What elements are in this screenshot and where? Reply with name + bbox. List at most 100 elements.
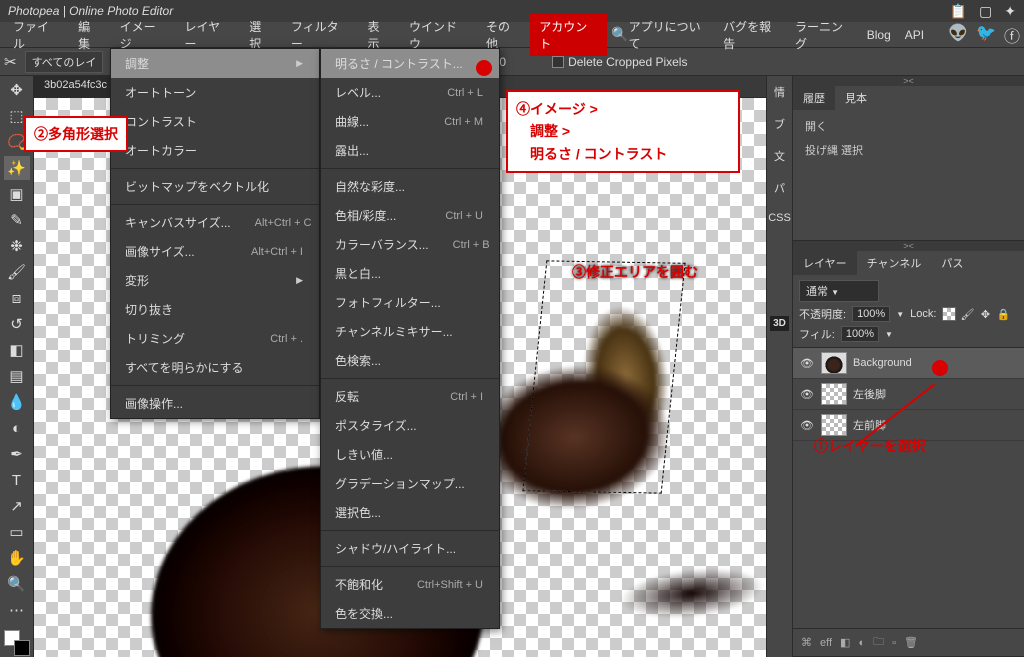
side-char[interactable]: 文 [774,148,785,164]
hand-tool-icon[interactable]: ✋ [4,546,30,570]
menu-item[interactable]: 選択色... [321,498,499,527]
visibility-icon[interactable]: 👁 [799,388,815,401]
side-info[interactable]: 情 [774,84,785,100]
link-bug[interactable]: バグを報告 [723,18,781,52]
lasso-tool-icon[interactable]: 📿 [4,130,30,154]
lock-move-icon[interactable]: ✥ [978,307,992,321]
link-learn[interactable]: ラーニング [795,18,853,52]
pen-tool-icon[interactable]: ✒ [4,442,30,466]
menu-item[interactable]: ポスタライズ... [321,411,499,440]
menu-item[interactable]: 色検索... [321,346,499,375]
healing-tool-icon[interactable]: ❉ [4,234,30,258]
link-about[interactable]: アプリについて [629,18,710,52]
history-row[interactable]: 投げ縄 選択 [793,138,1024,162]
color-swatches[interactable] [4,630,30,656]
menu-item[interactable]: 画像操作... [111,389,319,418]
image-menu-dropdown[interactable]: 調整オートトーンコントラストオートカラービットマップをベクトル化キャンバスサイズ… [110,48,320,419]
tab-swatches[interactable]: 見本 [835,86,877,110]
menu-item[interactable]: 切り抜き [111,295,319,324]
menu-item[interactable]: フォトフィルター... [321,288,499,317]
gradient-tool-icon[interactable]: ▤ [4,364,30,388]
opacity-value[interactable]: 100% [852,306,890,322]
menu-item[interactable]: しきい値... [321,440,499,469]
layer-select[interactable]: すべてのレイ [25,51,104,73]
menu-item[interactable]: トリミングCtrl + . [111,324,319,353]
menu-item[interactable]: チャンネルミキサー... [321,317,499,346]
fill-value[interactable]: 100% [841,326,879,342]
panel-collapse-layers[interactable]: >< [793,241,1024,251]
menu-item[interactable]: 明るさ / コントラスト... [321,49,499,78]
panel-collapse-top[interactable]: >< [793,76,1024,86]
menu-edit[interactable]: 編集 [69,14,111,56]
menu-account[interactable]: アカウント [530,14,607,56]
menu-item[interactable]: 黒と白... [321,259,499,288]
menu-item[interactable]: 色相/彩度...Ctrl + U [321,201,499,230]
menu-item[interactable]: オートトーン [111,78,319,107]
menu-item[interactable]: 露出... [321,136,499,165]
link-api[interactable]: API [905,28,924,42]
layer-name[interactable]: 左後脚 [853,386,886,402]
visibility-icon[interactable]: 👁 [799,419,815,432]
menu-item[interactable]: 反転Ctrl + I [321,382,499,411]
mask-icon[interactable]: ◧ [840,636,850,649]
layer-row[interactable]: 👁 左後脚 [793,379,1024,410]
eyedropper-tool-icon[interactable]: ✎ [4,208,30,232]
crop-tool-icon2[interactable]: ▣ [4,182,30,206]
side-brush[interactable]: ブ [774,116,785,132]
visibility-icon[interactable]: 👁 [799,357,815,370]
menu-item[interactable]: 曲線...Ctrl + M [321,107,499,136]
layer-name[interactable]: 左前脚 [853,417,886,433]
tab-layers[interactable]: レイヤー [793,251,857,275]
history-tool-icon[interactable]: ↺ [4,312,30,336]
path-tool-icon[interactable]: ↗ [4,494,30,518]
menu-item[interactable]: グラデーションマップ... [321,469,499,498]
menu-item[interactable]: 画像サイズ...Alt+Ctrl + I [111,237,319,266]
new-layer-icon[interactable]: ▫ [892,637,896,649]
eraser-tool-icon[interactable]: ◧ [4,338,30,362]
stamp-tool-icon[interactable]: ⧈ [4,286,30,310]
delete-layer-icon[interactable]: 🗑 [904,636,918,649]
adjust-menu-dropdown[interactable]: 明るさ / コントラスト...レベル...Ctrl + L曲線...Ctrl +… [320,48,500,629]
search-icon[interactable]: 🔍 [611,26,628,43]
layer-name[interactable]: Background [853,357,912,369]
blur-tool-icon[interactable]: 💧 [4,390,30,414]
facebook-icon[interactable]: ⓕ [1004,23,1020,47]
lock-all-icon[interactable]: 🔒 [996,307,1010,321]
crop-tool-icon[interactable]: ✂ [4,53,17,71]
blend-mode-select[interactable]: 通常 ▼ [799,280,879,302]
more-tool-icon[interactable]: ⋯ [4,598,30,622]
menu-item[interactable]: 不飽和化Ctrl+Shift + U [321,570,499,599]
menu-item[interactable]: ビットマップをベクトル化 [111,172,319,201]
background-color[interactable] [14,640,30,656]
lock-transparency-icon[interactable] [942,307,956,321]
layer-row[interactable]: 👁 左前脚 [793,410,1024,441]
menu-item[interactable]: カラーバランス...Ctrl + B [321,230,499,259]
history-row[interactable]: 開く [793,114,1024,138]
tab-channels[interactable]: チャンネル [857,251,932,275]
menu-item[interactable]: 自然な彩度... [321,172,499,201]
menu-item[interactable]: 調整 [111,49,319,78]
shape-tool-icon[interactable]: ▭ [4,520,30,544]
tab-history[interactable]: 履歴 [793,86,835,110]
side-para[interactable]: パ [774,180,785,196]
menu-item[interactable]: レベル...Ctrl + L [321,78,499,107]
layer-row[interactable]: 👁 Background [793,348,1024,379]
layer-thumb[interactable] [821,352,847,374]
ratio-value[interactable]: 0 [499,55,506,69]
zoom-tool-icon[interactable]: 🔍 [4,572,30,596]
side-css[interactable]: CSS [768,212,791,224]
menu-item[interactable]: キャンバスサイズ...Alt+Ctrl + C [111,208,319,237]
link-blog[interactable]: Blog [867,28,891,42]
tab-paths[interactable]: パス [931,251,973,275]
lock-brush-icon[interactable]: 🖌 [960,307,974,321]
link-layers-icon[interactable]: ⌘ [801,636,812,649]
menu-item[interactable]: オートカラー [111,136,319,165]
menu-file[interactable]: ファイル [4,14,69,56]
magic-wand-tool-icon[interactable]: ✨ [4,156,30,180]
twitter-icon[interactable]: 🐦 [976,23,996,47]
side-3d[interactable]: 3D [770,316,789,331]
adjust-layer-icon[interactable]: ◐ [858,637,865,649]
menu-item[interactable]: すべてを明らかにする [111,353,319,382]
menu-item[interactable]: 色を交換... [321,599,499,628]
delete-cropped-checkbox[interactable] [552,56,564,68]
